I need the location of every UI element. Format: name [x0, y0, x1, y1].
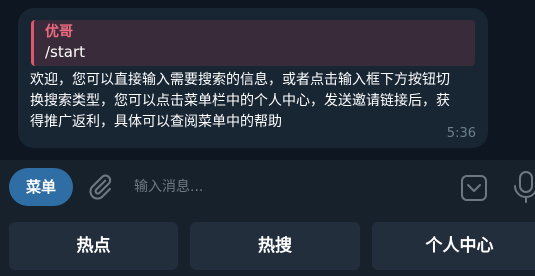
keyboard-button-hot[interactable]: 热点 — [9, 222, 178, 270]
keyboard-button-profile[interactable]: 个人中心 — [372, 222, 535, 270]
reply-text: /start — [45, 43, 85, 61]
menu-button[interactable]: 菜单 — [9, 168, 73, 206]
message-input[interactable] — [126, 172, 446, 202]
microphone-icon[interactable] — [512, 170, 535, 204]
message-time: 5:36 — [446, 126, 476, 141]
paperclip-icon[interactable] — [86, 173, 114, 201]
keyboard-button-trending[interactable]: 热搜 — [190, 222, 360, 270]
chat-area: 优哥 /start 欢迎，您可以直接输入需要搜索的信息，或者点击输入框下方按钮切… — [0, 0, 535, 160]
composer-bar: 菜单 — [0, 160, 535, 214]
message-text: 欢迎，您可以直接输入需要搜索的信息，或者点击输入框下方按钮切换搜索类型，您可以点… — [30, 72, 450, 130]
reply-author: 优哥 — [45, 24, 73, 40]
reply-quote[interactable]: 优哥 /start — [31, 20, 475, 66]
sticker-icon[interactable] — [460, 174, 488, 202]
reply-keyboard: 热点 热搜 个人中心 — [0, 214, 535, 276]
message-bubble[interactable]: 优哥 /start 欢迎，您可以直接输入需要搜索的信息，或者点击输入框下方按钮切… — [18, 8, 488, 148]
